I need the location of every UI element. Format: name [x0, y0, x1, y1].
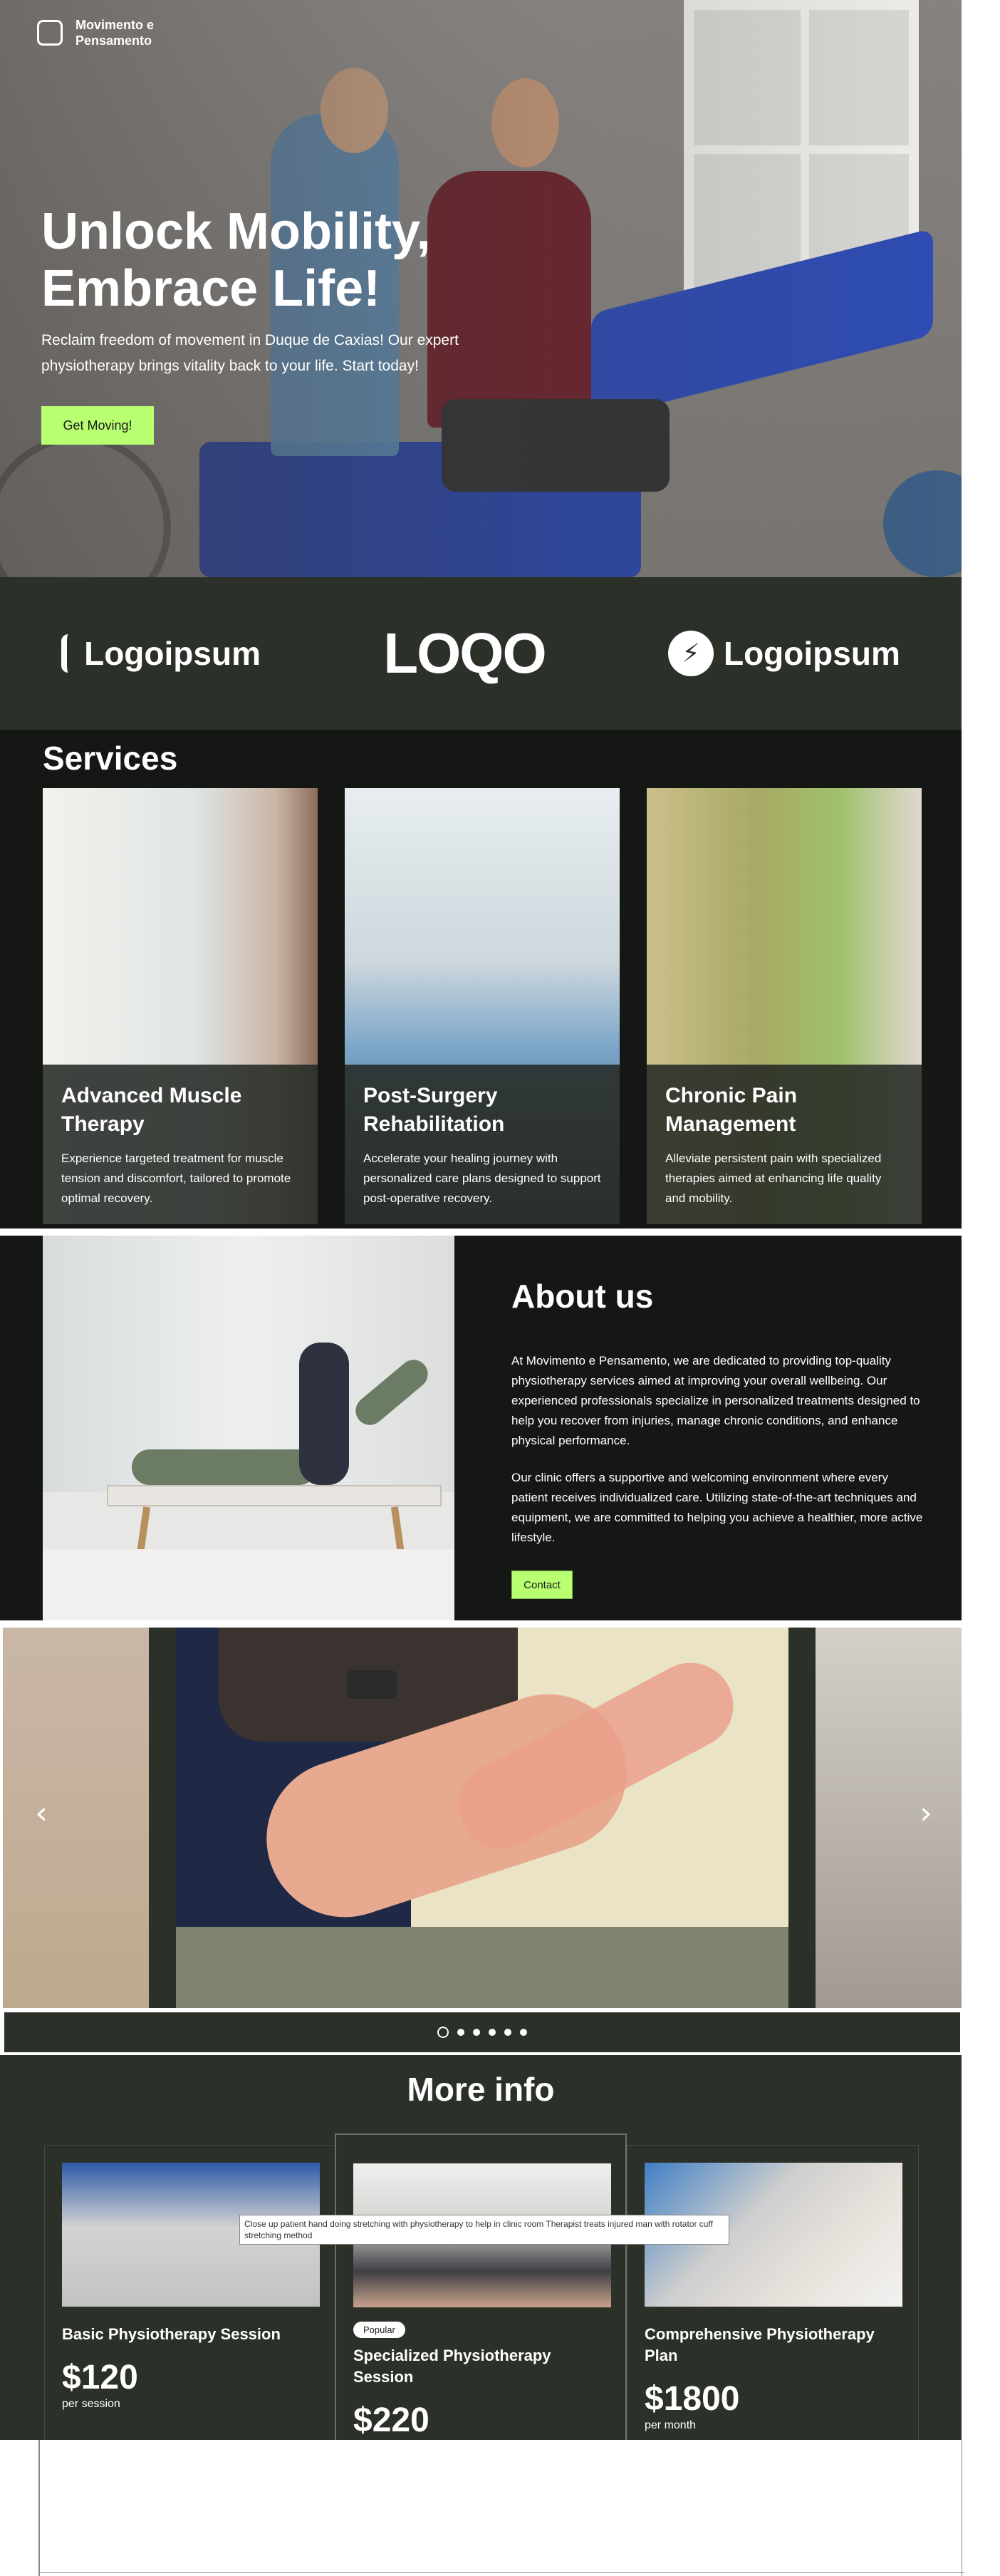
- image-carousel[interactable]: ‹ ›: [3, 1628, 962, 2008]
- service-title: Post-Surgery Rehabilitation: [363, 1084, 505, 1136]
- logo-text: LOQO: [383, 621, 547, 685]
- more-info-section: More info Basic Physiotherapy Session $1…: [0, 2055, 962, 2440]
- contact-button[interactable]: Contact: [511, 1571, 573, 1599]
- service-panel: Advanced Muscle Therapy Experience targe…: [43, 1065, 318, 1224]
- service-panel: Post-Surgery Rehabilitation Accelerate y…: [345, 1065, 620, 1224]
- plan-title: Specialized Physiotherapy Session: [353, 2347, 551, 2386]
- about-image: [43, 1236, 454, 1620]
- logo-mark-icon: [61, 634, 74, 673]
- brand-link[interactable]: Movimento e Pensamento: [37, 17, 175, 48]
- bolt-icon: ⚡: [667, 631, 714, 676]
- plan-card[interactable]: Basic Physiotherapy Session $120 per ses…: [44, 2145, 336, 2440]
- service-card[interactable]: Post-Surgery Rehabilitation Accelerate y…: [345, 788, 620, 1224]
- services-heading: Services: [43, 740, 178, 777]
- plan-price: $120: [62, 2359, 138, 2396]
- plan-title: Basic Physiotherapy Session: [62, 2325, 281, 2343]
- chevron-right-icon[interactable]: ›: [905, 1791, 947, 1834]
- popular-badge: Popular: [353, 2322, 405, 2338]
- partner-logos: Logoipsum LOQO ⚡ Logoipsum: [0, 577, 962, 730]
- carousel-dot[interactable]: [489, 2029, 496, 2036]
- plan-card[interactable]: Comprehensive Physiotherapy Plan $1800 p…: [627, 2145, 919, 2440]
- brand-logo-icon: [37, 20, 63, 46]
- plan-period: per session: [62, 2398, 120, 2410]
- hero-section: Movimento e Pensamento Unlock Mobility, …: [0, 0, 962, 577]
- plan-period: per month: [645, 2419, 697, 2431]
- carousel-dot[interactable]: [504, 2029, 511, 2036]
- frame-border: [38, 2572, 964, 2573]
- plan-title: Comprehensive Physiotherapy Plan: [645, 2325, 875, 2364]
- partner-logo-3: ⚡ Logoipsum: [667, 631, 900, 676]
- carousel-pagination: [3, 2011, 962, 2054]
- carousel-dot[interactable]: [520, 2029, 527, 2036]
- service-card[interactable]: Chronic Pain Management Alleviate persis…: [647, 788, 922, 1224]
- carousel-dot[interactable]: [473, 2029, 480, 2036]
- about-paragraph-2: Our clinic offers a supportive and welco…: [511, 1471, 923, 1544]
- service-desc: Experience targeted treatment for muscle…: [61, 1152, 291, 1205]
- plan-price: $1800: [645, 2380, 740, 2418]
- brand-name: Movimento e Pensamento: [75, 18, 155, 48]
- get-moving-button[interactable]: Get Moving!: [41, 406, 154, 445]
- partner-logo-1: Logoipsum: [61, 634, 261, 673]
- page: { "brand": {"name": "Movimento e Pensame…: [0, 0, 1000, 2576]
- about-paragraph-1: At Movimento e Pensamento, we are dedica…: [511, 1354, 920, 1447]
- service-desc: Alleviate persistent pain with specializ…: [665, 1152, 882, 1205]
- about-section: About us At Movimento e Pensamento, we a…: [0, 1236, 962, 1620]
- carousel-gap: [149, 1628, 176, 2008]
- plan-price: $220: [353, 2401, 429, 2439]
- carousel-gap: [788, 1628, 816, 2008]
- more-info-heading: More info: [407, 2071, 555, 2108]
- about-heading: About us: [511, 1278, 654, 1315]
- service-title: Chronic Pain Management: [665, 1084, 798, 1136]
- logo-text: Logoipsum: [84, 635, 261, 672]
- partner-logo-2: LOQO: [383, 621, 547, 686]
- carousel-dot[interactable]: [457, 2029, 464, 2036]
- logo-text: Logoipsum: [723, 635, 900, 672]
- frame-border: [38, 2440, 40, 2576]
- carousel-dot[interactable]: [437, 2027, 449, 2038]
- hero-subtitle: Reclaim freedom of movement in Duque de …: [41, 332, 459, 374]
- carousel-slide-active: [176, 1628, 788, 2008]
- chevron-left-icon[interactable]: ‹: [20, 1791, 63, 1834]
- hero-title: Unlock Mobility, Embrace Life!: [41, 203, 431, 317]
- service-title: Advanced Muscle Therapy: [61, 1084, 242, 1136]
- plan-card-featured[interactable]: Popular Specialized Physiotherapy Sessio…: [335, 2133, 627, 2440]
- services-section: Services Advanced Muscle Therapy Experie…: [0, 730, 962, 1228]
- service-card[interactable]: Advanced Muscle Therapy Experience targe…: [43, 788, 318, 1224]
- image-tooltip: Close up patient hand doing stretching w…: [239, 2215, 729, 2245]
- service-desc: Accelerate your healing journey with per…: [363, 1152, 601, 1205]
- service-panel: Chronic Pain Management Alleviate persis…: [647, 1065, 922, 1224]
